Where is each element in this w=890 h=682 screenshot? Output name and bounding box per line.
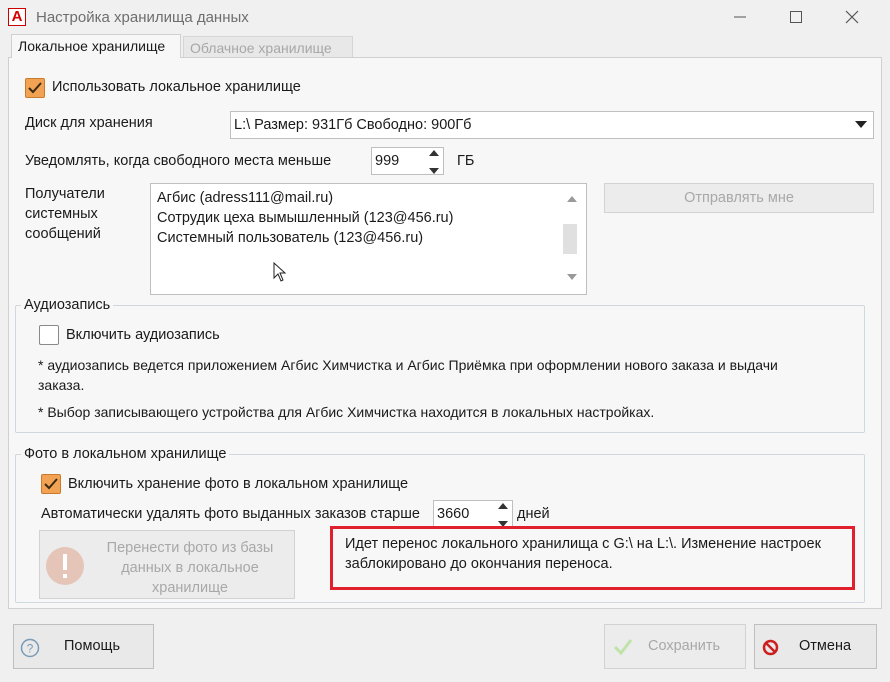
- help-icon: ?: [20, 638, 40, 658]
- scrollbar-thumb[interactable]: [563, 224, 577, 254]
- disk-select[interactable]: L:\ Размер: 931Гб Свободно: 900Гб: [230, 111, 874, 139]
- transfer-label-line3: хранилище: [152, 580, 228, 596]
- minimize-button[interactable]: [720, 4, 760, 30]
- list-item[interactable]: Агбис (adress111@mail.ru): [157, 188, 333, 208]
- cancel-icon: [762, 639, 779, 656]
- maximize-icon: [790, 11, 802, 23]
- list-item[interactable]: Сотрудик цеха вымышленный (123@456.ru): [157, 208, 453, 228]
- audio-note-1-line2: заказа.: [38, 377, 85, 393]
- svg-text:?: ?: [27, 642, 34, 656]
- enable-photo-label: Включить хранение фото в локальном храни…: [68, 476, 409, 492]
- cancel-button[interactable]: Отмена: [754, 624, 877, 669]
- use-local-storage-checkbox[interactable]: [25, 78, 45, 98]
- spinner-arrows[interactable]: [496, 503, 510, 527]
- audio-note-1-line1: * аудиозапись ведется приложением Агбис …: [38, 357, 778, 373]
- transfer-warning-box: Идет перенос локального хранилища с G:\ …: [330, 526, 855, 590]
- minimize-icon: [734, 16, 746, 18]
- enable-audio-checkbox[interactable]: [39, 325, 59, 345]
- chevron-down-icon: [855, 121, 867, 128]
- transfer-photos-button-label: Перенести фото из базы данных в локально…: [88, 538, 292, 598]
- tab-cloud-storage[interactable]: Облачное хранилище: [183, 36, 353, 58]
- checkmark-icon: [613, 639, 633, 656]
- transfer-label-line2: данных в локальное: [121, 560, 259, 576]
- window-title: Настройка хранилища данных: [36, 9, 249, 26]
- close-window-button[interactable]: [832, 4, 872, 30]
- recipients-label-line3: сообщений: [25, 226, 101, 242]
- scroll-up-icon[interactable]: [567, 196, 577, 202]
- checkmark-icon: [44, 478, 58, 490]
- title-bar[interactable]: A Настройка хранилища данных: [0, 0, 890, 34]
- warning-text-line2: заблокировано до окончания переноса.: [345, 556, 613, 572]
- use-local-storage-label: Использовать локальное хранилище: [52, 79, 301, 95]
- notify-threshold-spinner[interactable]: 999: [371, 147, 444, 175]
- autodelete-days-value: 3660: [437, 506, 470, 522]
- recipients-label-line2: системных: [25, 206, 98, 222]
- transfer-label-line1: Перенести фото из базы: [106, 540, 274, 556]
- arrow-down-icon[interactable]: [429, 168, 439, 174]
- recipients-label-line1: Получатели: [25, 186, 105, 202]
- help-button-label: Помощь: [64, 638, 121, 654]
- disk-label: Диск для хранения: [25, 115, 153, 131]
- save-button-label: Сохранить: [648, 638, 721, 654]
- notify-threshold-value: 999: [375, 153, 400, 169]
- close-icon: [845, 10, 859, 24]
- enable-photo-checkbox[interactable]: [41, 474, 61, 494]
- list-item[interactable]: Системный пользователь (123@456.ru): [157, 228, 423, 248]
- notify-unit-label: ГБ: [457, 153, 475, 169]
- warning-text-line1: Идет перенос локального хранилища с G:\ …: [345, 536, 821, 552]
- maximize-button[interactable]: [776, 4, 816, 30]
- exclamation-icon: [46, 547, 84, 585]
- audio-group-title: Аудиозапись: [21, 297, 114, 313]
- arrow-up-icon[interactable]: [498, 503, 508, 509]
- arrow-up-icon[interactable]: [429, 150, 439, 156]
- save-button[interactable]: Сохранить: [604, 624, 746, 669]
- autodelete-unit-label: дней: [517, 506, 550, 522]
- transfer-photos-button[interactable]: Перенести фото из базы данных в локально…: [39, 530, 295, 599]
- checkmark-icon: [28, 82, 42, 94]
- send-me-button[interactable]: Отправлять мне: [604, 183, 874, 213]
- cancel-button-label: Отмена: [799, 638, 852, 654]
- autodelete-days-spinner[interactable]: 3660: [433, 500, 513, 528]
- disk-select-value: L:\ Размер: 931Гб Свободно: 900Гб: [234, 117, 472, 133]
- photo-group-title: Фото в локальном хранилище: [21, 446, 230, 462]
- recipients-list[interactable]: Агбис (adress111@mail.ru) Сотрудик цеха …: [150, 183, 587, 295]
- recipients-scrollbar[interactable]: [561, 186, 583, 292]
- tab-local-storage[interactable]: Локальное хранилище: [11, 34, 181, 58]
- help-button[interactable]: ? Помощь: [13, 624, 154, 669]
- autodelete-label: Автоматически удалять фото выданных зака…: [41, 506, 420, 522]
- scroll-down-icon[interactable]: [567, 274, 577, 280]
- enable-audio-label: Включить аудиозапись: [66, 327, 220, 343]
- app-logo-icon: A: [8, 8, 26, 26]
- mouse-cursor-icon: [273, 262, 287, 282]
- notify-label: Уведомлять, когда свободного места меньш…: [25, 153, 332, 169]
- spinner-arrows[interactable]: [427, 150, 441, 174]
- audio-note-2: * Выбор записывающего устройства для Агб…: [38, 404, 655, 420]
